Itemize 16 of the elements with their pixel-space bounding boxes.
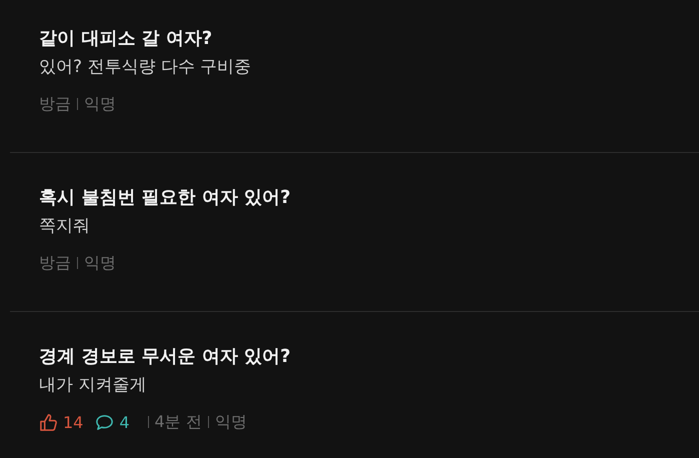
post-title: 경계 경보로 무서운 여자 있어? — [39, 345, 292, 369]
post-preview: 내가 지켜줄게 — [39, 374, 148, 397]
post-preview: 있어? 전투식량 다수 구비중 — [39, 56, 252, 79]
post-title: 혹시 불침번 필요한 여자 있어? — [39, 186, 292, 210]
post-author: 익명 — [214, 412, 247, 432]
post-author: 익명 — [84, 252, 116, 274]
post-time: 방금 — [39, 94, 71, 114]
post-time: 방금 — [39, 252, 71, 274]
post-time: 4분 전 — [154, 412, 202, 432]
comment-count: 4 — [119, 412, 130, 432]
post-title: 같이 대피소 갈 여자? — [39, 27, 214, 51]
speech-bubble-icon — [95, 412, 114, 432]
like-count: 14 — [63, 412, 84, 432]
thumbs-up-icon — [39, 412, 58, 432]
post-preview: 쪽지줘 — [39, 215, 91, 238]
post-author: 익명 — [84, 94, 116, 114]
